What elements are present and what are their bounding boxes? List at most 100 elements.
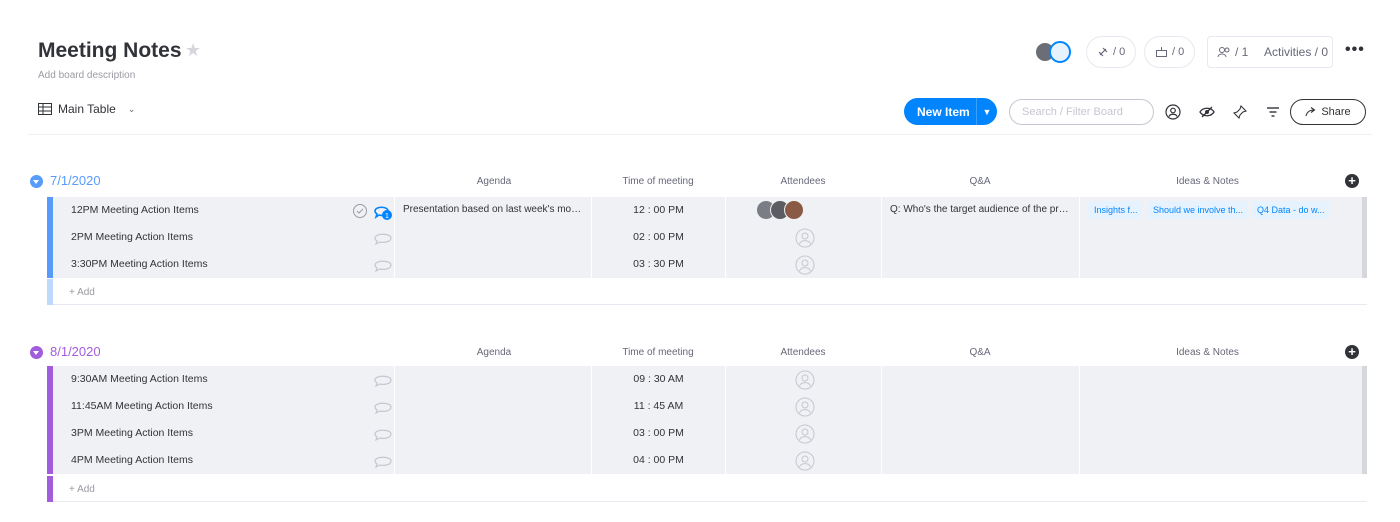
board-title[interactable]: Meeting Notes <box>38 39 182 63</box>
column-header-qa[interactable]: Q&A <box>881 347 1079 358</box>
agenda-cell[interactable] <box>394 393 591 420</box>
table-row[interactable]: 3:30PM Meeting Action Items 03 : 30 PM <box>47 251 1367 278</box>
table-row[interactable]: 2PM Meeting Action Items 02 : 00 PM <box>47 224 1367 251</box>
table-row[interactable]: 9:30AM Meeting Action Items 09 : 30 AM <box>47 366 1367 393</box>
add-column-icon[interactable]: + <box>1345 174 1359 188</box>
automations-button[interactable]: / 0 <box>1144 36 1196 68</box>
column-header-qa[interactable]: Q&A <box>881 176 1079 187</box>
updates-bubble-icon[interactable] <box>373 257 393 275</box>
collapse-toggle-icon[interactable] <box>30 175 43 188</box>
agenda-cell[interactable] <box>394 447 591 474</box>
column-header-attendees[interactable]: Attendees <box>725 176 881 187</box>
item-name[interactable]: 4PM Meeting Action Items <box>71 454 193 466</box>
qa-cell[interactable] <box>881 393 1079 420</box>
qa-cell[interactable] <box>881 251 1079 278</box>
chevron-down-icon: ⌄ <box>127 103 136 114</box>
add-column-icon[interactable]: + <box>1345 345 1359 359</box>
view-tab-main-table[interactable]: Main Table ⌄ <box>38 102 135 116</box>
column-header-attendees[interactable]: Attendees <box>725 347 881 358</box>
qa-cell[interactable] <box>881 447 1079 474</box>
ideas-notes-cell[interactable] <box>1079 447 1336 474</box>
updates-bubble-icon[interactable]: 1 <box>373 203 393 221</box>
agenda-cell[interactable] <box>394 224 591 251</box>
new-item-button[interactable]: New Item ▼ <box>904 98 997 125</box>
qa-cell[interactable] <box>881 420 1079 447</box>
person-filter-icon[interactable] <box>1163 102 1183 122</box>
agenda-cell[interactable] <box>394 366 591 393</box>
time-cell[interactable]: 04 : 00 PM <box>591 447 725 474</box>
column-header-ideas-notes[interactable]: Ideas & Notes <box>1079 176 1336 187</box>
ideas-notes-cell[interactable] <box>1079 224 1336 251</box>
table-row[interactable]: 4PM Meeting Action Items 04 : 00 PM <box>47 447 1367 474</box>
attendees-cell[interactable] <box>725 197 881 224</box>
time-cell[interactable]: 03 : 00 PM <box>591 420 725 447</box>
collapse-toggle-icon[interactable] <box>30 346 43 359</box>
hide-eye-icon[interactable] <box>1197 102 1217 122</box>
attendees-cell[interactable] <box>725 393 881 420</box>
time-cell[interactable]: 09 : 30 AM <box>591 366 725 393</box>
note-tag[interactable]: Insights f... <box>1088 201 1142 219</box>
item-name[interactable]: 3PM Meeting Action Items <box>71 427 193 439</box>
column-header-time[interactable]: Time of meeting <box>591 347 725 358</box>
ideas-notes-cell[interactable] <box>1079 393 1336 420</box>
attendees-cell[interactable] <box>725 251 881 278</box>
note-tag[interactable]: Should we involve th... <box>1147 201 1247 219</box>
ideas-notes-cell[interactable] <box>1079 420 1336 447</box>
activities-button[interactable]: Activities / 0 <box>1264 45 1328 59</box>
ideas-notes-cell[interactable]: Insights f... Should we involve th... Q4… <box>1079 197 1336 224</box>
ideas-notes-cell[interactable] <box>1079 366 1336 393</box>
check-circle-icon[interactable] <box>352 203 368 219</box>
group-title[interactable]: 7/1/2020 <box>50 173 101 188</box>
group-title[interactable]: 8/1/2020 <box>50 344 101 359</box>
integrations-button[interactable]: / 0 <box>1086 36 1137 68</box>
updates-bubble-icon[interactable] <box>373 453 393 471</box>
column-header-agenda[interactable]: Agenda <box>394 176 594 187</box>
add-item-label[interactable]: + Add <box>69 484 95 495</box>
table-row[interactable]: 12PM Meeting Action Items 1 Presentation… <box>47 197 1367 224</box>
add-item-label[interactable]: + Add <box>69 287 95 298</box>
item-name[interactable]: 3:30PM Meeting Action Items <box>71 258 208 270</box>
time-cell[interactable]: 11 : 45 AM <box>591 393 725 420</box>
attendees-cell[interactable] <box>725 447 881 474</box>
table-row[interactable]: 11:45AM Meeting Action Items 11 : 45 AM <box>47 393 1367 420</box>
agenda-cell[interactable]: Presentation based on last week's mont..… <box>394 197 591 224</box>
attendees-cell[interactable] <box>725 366 881 393</box>
filter-icon[interactable] <box>1263 102 1283 122</box>
table-row[interactable]: 3PM Meeting Action Items 03 : 00 PM <box>47 420 1367 447</box>
time-cell[interactable]: 03 : 30 PM <box>591 251 725 278</box>
column-header-ideas-notes[interactable]: Ideas & Notes <box>1079 347 1336 358</box>
agenda-cell[interactable] <box>394 420 591 447</box>
more-options-icon[interactable]: ••• <box>1345 41 1365 59</box>
item-name[interactable]: 12PM Meeting Action Items <box>71 204 199 216</box>
add-item-row[interactable]: + Add <box>47 279 1367 305</box>
search-input[interactable] <box>1009 99 1154 125</box>
board-header: Meeting Notes ★ Add board description Ma… <box>0 0 1400 135</box>
qa-cell[interactable] <box>881 224 1079 251</box>
updates-bubble-icon[interactable] <box>373 426 393 444</box>
board-owners[interactable] <box>1034 40 1074 64</box>
chevron-down-icon[interactable]: ▼ <box>977 107 997 117</box>
qa-cell[interactable]: Q: Who's the target audience of the pres… <box>881 197 1079 224</box>
pin-icon[interactable] <box>1230 102 1250 122</box>
qa-cell[interactable] <box>881 366 1079 393</box>
item-name[interactable]: 2PM Meeting Action Items <box>71 231 193 243</box>
updates-bubble-icon[interactable] <box>373 399 393 417</box>
star-icon[interactable]: ★ <box>185 40 201 61</box>
updates-bubble-icon[interactable] <box>373 230 393 248</box>
column-header-agenda[interactable]: Agenda <box>394 347 594 358</box>
attendees-cell[interactable] <box>725 224 881 251</box>
column-header-time[interactable]: Time of meeting <box>591 176 725 187</box>
note-tag[interactable]: Q4 Data - do w... <box>1251 201 1329 219</box>
item-name[interactable]: 11:45AM Meeting Action Items <box>71 400 213 412</box>
updates-bubble-icon[interactable] <box>373 372 393 390</box>
time-cell[interactable]: 02 : 00 PM <box>591 224 725 251</box>
add-item-row[interactable]: + Add <box>47 476 1367 502</box>
attendees-cell[interactable] <box>725 420 881 447</box>
agenda-cell[interactable] <box>394 251 591 278</box>
board-description[interactable]: Add board description <box>38 70 135 81</box>
members-button[interactable]: / 1 <box>1208 45 1264 59</box>
share-button[interactable]: Share <box>1290 99 1366 125</box>
time-cell[interactable]: 12 : 00 PM <box>591 197 725 224</box>
item-name[interactable]: 9:30AM Meeting Action Items <box>71 373 208 385</box>
ideas-notes-cell[interactable] <box>1079 251 1336 278</box>
